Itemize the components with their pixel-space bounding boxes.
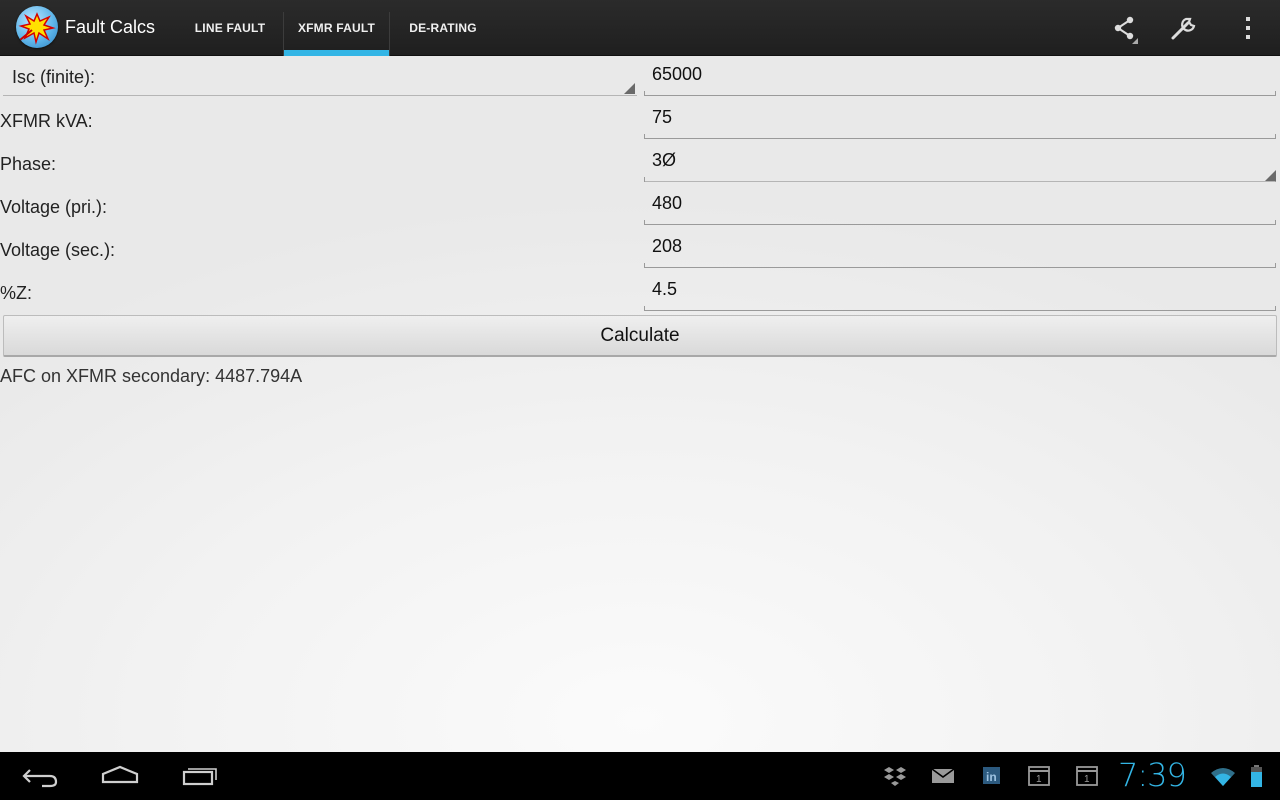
battery-icon[interactable] (1244, 764, 1270, 788)
dropbox-icon[interactable] (882, 764, 908, 788)
field-underline (644, 306, 1276, 311)
voltage-sec-input[interactable]: 208 (644, 228, 1276, 268)
calculate-button[interactable]: Calculate (3, 315, 1277, 357)
result-text: AFC on XFMR secondary: 4487.794A (0, 366, 303, 386)
linkedin-icon-text: in (986, 770, 997, 784)
voltage-sec-label: Voltage (sec.): (0, 240, 116, 260)
selected-tab-indicator (284, 50, 389, 56)
kva-input[interactable]: 75 (644, 99, 1276, 139)
app-title: Fault Calcs (65, 17, 156, 37)
clock[interactable]: 7:39 (1118, 756, 1187, 794)
calendar-icon[interactable]: 1 (1026, 764, 1052, 788)
impedance-label: %Z: (0, 283, 33, 303)
spinner-arrow-icon (1265, 170, 1276, 181)
tab-line-fault[interactable]: LINE FAULT (181, 0, 279, 56)
spinner-underline (3, 95, 637, 96)
system-navigation-bar: in 1 1 7:39 (0, 752, 1280, 800)
phase-spinner[interactable]: 3Ø (644, 142, 1276, 182)
calendar-icon[interactable]: 1 (1074, 764, 1100, 788)
wifi-icon[interactable] (1210, 764, 1236, 788)
voltage-pri-value: 480 (652, 193, 683, 213)
mail-icon[interactable] (930, 764, 956, 788)
recent-apps-icon[interactable] (176, 760, 224, 792)
spinner-underline (644, 177, 1276, 182)
impedance-input[interactable]: 4.5 (644, 271, 1276, 311)
voltage-pri-label: Voltage (pri.): (0, 197, 108, 217)
kva-value: 75 (652, 107, 673, 127)
isc-input[interactable]: 65000 (644, 56, 1276, 96)
phase-value: 3Ø (652, 150, 677, 170)
isc-spinner-label: Isc (finite): (12, 67, 96, 87)
field-underline (644, 220, 1276, 225)
spinner-arrow-icon (624, 83, 635, 94)
overflow-menu-icon[interactable] (1228, 8, 1268, 48)
app-logo-icon[interactable] (16, 6, 58, 48)
impedance-value: 4.5 (652, 279, 678, 299)
action-bar: Fault Calcs LINE FAULT XFMR FAULT DE-RAT… (0, 0, 1280, 56)
calendar-day-text: 1 (1084, 774, 1090, 785)
field-underline (644, 91, 1276, 96)
home-icon[interactable] (96, 760, 144, 792)
calendar-day-text: 1 (1036, 774, 1042, 785)
tab-xfmr-fault[interactable]: XFMR FAULT (284, 0, 389, 56)
voltage-pri-input[interactable]: 480 (644, 185, 1276, 225)
wrench-icon[interactable] (1164, 8, 1204, 48)
tab-de-rating[interactable]: DE-RATING (394, 0, 492, 56)
kva-label: XFMR kVA: (0, 111, 93, 131)
linkedin-icon[interactable]: in (978, 764, 1004, 788)
voltage-sec-value: 208 (652, 236, 683, 256)
isc-value: 65000 (652, 64, 703, 84)
back-icon[interactable] (16, 760, 64, 792)
phase-label: Phase: (0, 154, 57, 174)
field-underline (644, 134, 1276, 139)
share-icon[interactable] (1104, 8, 1144, 48)
field-underline (644, 263, 1276, 268)
isc-type-spinner[interactable]: Isc (finite): (3, 58, 637, 96)
tab-divider (389, 12, 390, 56)
